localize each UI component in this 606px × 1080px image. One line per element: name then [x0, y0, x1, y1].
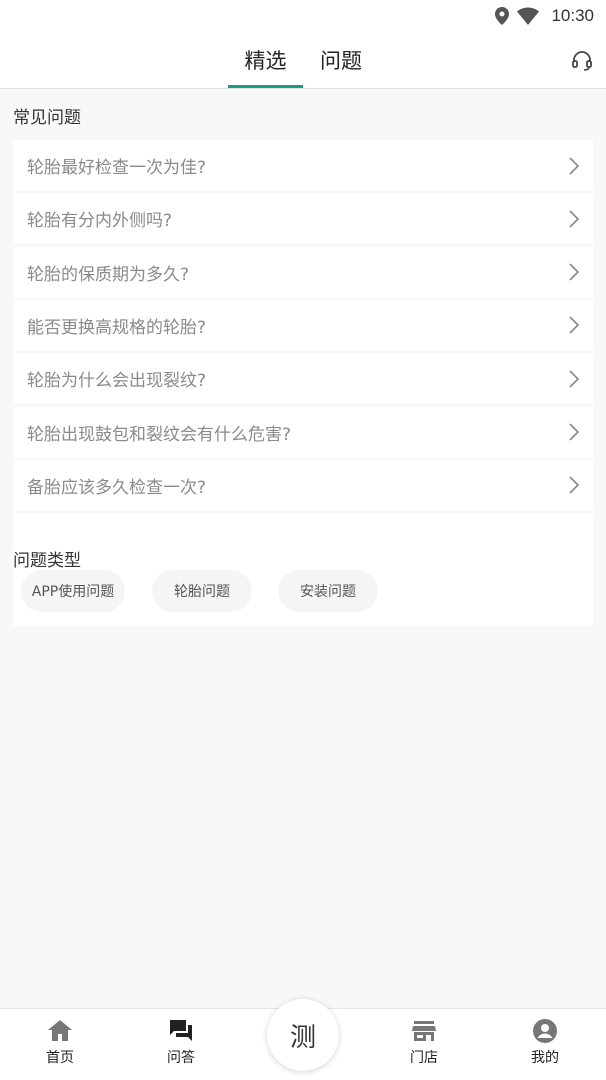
- status-time: 10:30: [551, 6, 594, 25]
- store-icon: [412, 1021, 436, 1041]
- faq-item-text: 轮胎为什么会出现裂纹?: [27, 371, 207, 392]
- headset-icon[interactable]: [570, 48, 594, 72]
- faq-item-text: 轮胎最好检查一次为佳?: [27, 158, 207, 178]
- top-tab-bar: 精选 问题: [0, 32, 606, 89]
- chevron-right-icon: [569, 210, 579, 228]
- chevron-right-icon: [569, 476, 579, 495]
- faq-item[interactable]: 轮胎有分内外侧吗?: [13, 193, 593, 245]
- nav-store[interactable]: 门店: [384, 1017, 464, 1079]
- location-icon: [495, 7, 510, 25]
- faq-item-text: 能否更换高规格的轮胎?: [27, 317, 207, 338]
- active-tab-indicator: [228, 85, 303, 88]
- nav-home-label: 首页: [46, 1050, 74, 1066]
- chip-installation[interactable]: 安装问题: [278, 570, 378, 612]
- faq-item[interactable]: 能否更换高规格的轮胎?: [13, 299, 593, 351]
- question-types-title: 问题类型: [13, 551, 81, 571]
- nav-home[interactable]: 首页: [20, 1017, 100, 1079]
- forum-icon: [170, 1020, 192, 1041]
- nav-mine-label: 我的: [531, 1050, 559, 1066]
- nav-mine[interactable]: 我的: [505, 1017, 585, 1079]
- faq-item-text: 备胎应该多久检查一次?: [27, 477, 207, 498]
- tab-featured[interactable]: 精选: [228, 32, 303, 88]
- common-questions-title: 常见问题: [13, 108, 81, 128]
- tab-questions[interactable]: 问题: [305, 32, 377, 88]
- faq-item[interactable]: 轮胎的保质期为多久?: [13, 246, 593, 298]
- wifi-icon: [517, 7, 540, 25]
- nav-qa[interactable]: 问答: [141, 1017, 221, 1079]
- account-icon: [533, 1019, 557, 1043]
- faq-item-text: 轮胎出现鼓包和裂纹会有什么危害?: [27, 424, 292, 445]
- chevron-right-icon: [569, 156, 579, 175]
- faq-item-text: 轮胎有分内外侧吗?: [27, 211, 173, 232]
- faq-list: 轮胎最好检查一次为佳? 轮胎有分内外侧吗? 轮胎的保质期为多久? 能否更换高规格…: [13, 140, 593, 513]
- question-types-card: 问题类型 APP使用问题 轮胎问题 安装问题: [13, 513, 593, 626]
- status-bar: 10:30: [0, 0, 606, 32]
- faq-item-text: 轮胎的保质期为多久?: [27, 264, 190, 285]
- chip-app-usage[interactable]: APP使用问题: [21, 570, 125, 612]
- faq-item[interactable]: 备胎应该多久检查一次?: [13, 459, 593, 511]
- faq-item[interactable]: 轮胎为什么会出现裂纹?: [13, 353, 593, 405]
- nav-store-label: 门店: [410, 1050, 438, 1066]
- faq-item[interactable]: 轮胎最好检查一次为佳?: [13, 140, 593, 191]
- nav-qa-label: 问答: [167, 1050, 195, 1066]
- chevron-right-icon: [569, 423, 579, 441]
- chevron-right-icon: [569, 316, 579, 335]
- chevron-right-icon: [569, 263, 579, 281]
- nav-center-test-button[interactable]: 测: [267, 999, 339, 1071]
- home-icon: [48, 1020, 72, 1041]
- chip-tire-questions[interactable]: 轮胎问题: [152, 570, 252, 612]
- chevron-right-icon: [569, 370, 579, 388]
- faq-item[interactable]: 轮胎出现鼓包和裂纹会有什么危害?: [13, 406, 593, 458]
